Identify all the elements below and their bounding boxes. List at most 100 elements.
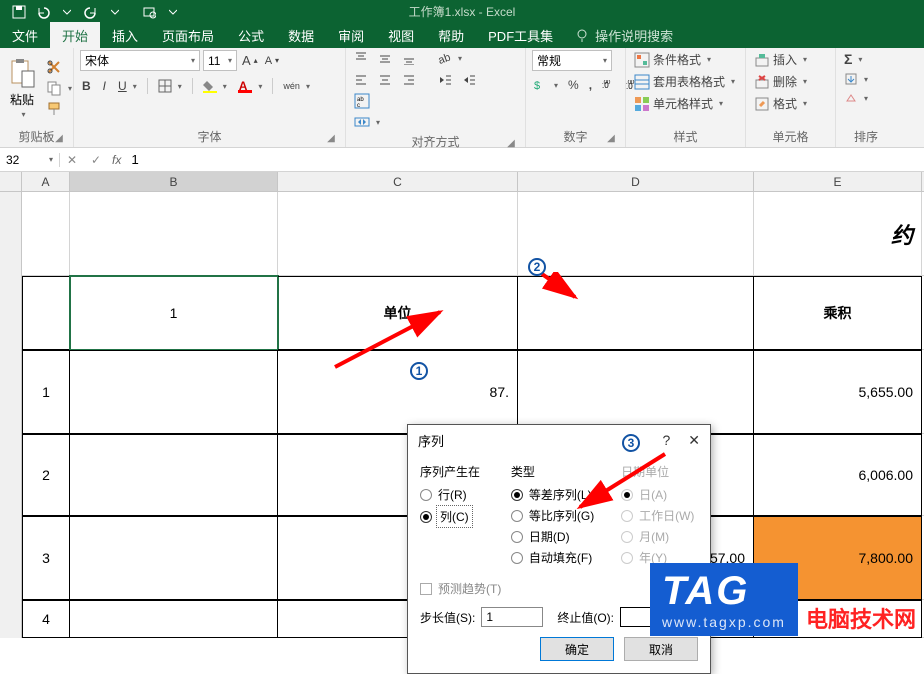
tab-pdf[interactable]: PDF工具集 bbox=[476, 22, 565, 49]
font-color-button[interactable]: A▾ bbox=[237, 77, 265, 95]
paste-button[interactable]: 粘贴 ▾ bbox=[6, 55, 38, 121]
bold-button[interactable]: B bbox=[80, 78, 93, 94]
decrease-indent-icon[interactable] bbox=[436, 72, 454, 88]
radio-growth[interactable]: 等比序列(G) bbox=[511, 507, 607, 524]
tab-help[interactable]: 帮助 bbox=[426, 22, 476, 49]
step-value-input[interactable] bbox=[481, 607, 543, 627]
undo-icon[interactable] bbox=[32, 1, 54, 23]
format-as-table-button[interactable]: 套用表格格式▾ bbox=[632, 72, 737, 91]
radio-rows[interactable]: 行(R) bbox=[420, 486, 497, 503]
tab-page-layout[interactable]: 页面布局 bbox=[150, 22, 226, 49]
conditional-format-button[interactable]: 条件格式▾ bbox=[632, 50, 713, 69]
radio-date[interactable]: 日期(D) bbox=[511, 528, 607, 545]
tell-me-search[interactable]: 操作说明搜索 bbox=[575, 26, 673, 45]
annotation-badge-1: 1 bbox=[410, 362, 428, 380]
col-header-a[interactable]: A bbox=[22, 172, 70, 191]
dialog-launcher-icon[interactable]: ◢ bbox=[325, 133, 337, 145]
clear-button[interactable]: ▾ bbox=[842, 90, 870, 106]
select-all-corner[interactable] bbox=[0, 172, 22, 191]
radio-columns[interactable]: 列(C) bbox=[420, 507, 497, 526]
delete-cells-button[interactable]: 删除▾ bbox=[752, 72, 809, 91]
series-dialog: 序列 ? ✕ 序列产生在 行(R) 列(C) 类型 等差序列(L) 等比序列(G… bbox=[407, 424, 711, 674]
radio-autofill[interactable]: 自动填充(F) bbox=[511, 549, 607, 566]
align-middle-icon[interactable] bbox=[376, 50, 394, 66]
ok-button[interactable]: 确定 bbox=[540, 637, 614, 661]
align-left-icon[interactable] bbox=[352, 72, 370, 88]
col-header-d[interactable]: D bbox=[518, 172, 754, 191]
percent-format-icon[interactable]: % bbox=[566, 77, 581, 93]
formula-input[interactable] bbox=[125, 152, 924, 167]
align-right-icon[interactable] bbox=[400, 72, 418, 88]
fill-color-button[interactable]: ▾ bbox=[201, 78, 229, 94]
radio-linear[interactable]: 等差序列(L) bbox=[511, 486, 607, 503]
col-header-c[interactable]: C bbox=[278, 172, 518, 191]
dialog-launcher-icon[interactable]: ◢ bbox=[505, 138, 517, 150]
col-header-b[interactable]: B bbox=[70, 172, 278, 191]
increase-font-icon[interactable]: A▴ bbox=[240, 52, 260, 69]
col-header-e[interactable]: E bbox=[754, 172, 922, 191]
border-button[interactable]: ▾ bbox=[156, 78, 184, 94]
cut-button[interactable] bbox=[44, 58, 74, 76]
series-in-group: 序列产生在 行(R) 列(C) bbox=[420, 463, 497, 570]
align-center-icon[interactable] bbox=[376, 72, 394, 88]
tab-home[interactable]: 开始 bbox=[50, 22, 100, 49]
ribbon: 粘贴 ▾ ▾ 剪贴板◢ 宋体▾ 11▾ A▴ A▾ B I U▾ bbox=[0, 48, 924, 148]
tab-insert[interactable]: 插入 bbox=[100, 22, 150, 49]
format-cells-button[interactable]: 格式▾ bbox=[752, 94, 809, 113]
orientation-icon[interactable]: ab▾ bbox=[436, 50, 464, 66]
cell-styles-button[interactable]: 单元格样式▾ bbox=[632, 94, 725, 113]
dialog-help-icon[interactable]: ? bbox=[662, 432, 670, 449]
dialog-launcher-icon[interactable]: ◢ bbox=[605, 133, 617, 145]
accounting-format-icon[interactable]: $▾ bbox=[532, 77, 560, 93]
italic-button[interactable]: I bbox=[101, 78, 108, 94]
tab-view[interactable]: 视图 bbox=[376, 22, 426, 49]
increase-decimal-icon[interactable]: .0.00 bbox=[600, 79, 618, 91]
format-painter-button[interactable] bbox=[44, 100, 74, 118]
column-headers: A B C D E bbox=[0, 172, 924, 192]
copy-button[interactable]: ▾ bbox=[44, 79, 74, 97]
cancel-button[interactable]: 取消 bbox=[624, 637, 698, 661]
fill-button[interactable]: ▾ bbox=[842, 71, 870, 87]
dialog-close-icon[interactable]: ✕ bbox=[688, 432, 700, 449]
font-name-combo[interactable]: 宋体▾ bbox=[80, 50, 200, 71]
comma-format-icon[interactable]: , bbox=[587, 77, 594, 93]
group-alignment: ab▾ abc ▾ 对齐方式◢ bbox=[346, 48, 526, 147]
print-preview-icon[interactable] bbox=[138, 1, 160, 23]
underline-button[interactable]: U▾ bbox=[116, 78, 139, 94]
date-unit-group: 日期单位 日(A) 工作日(W) 月(M) 年(Y) bbox=[621, 463, 698, 570]
number-format-combo[interactable]: 常规▾ bbox=[532, 50, 612, 71]
decrease-font-icon[interactable]: A▾ bbox=[263, 54, 281, 68]
undo-dropdown-icon[interactable] bbox=[56, 1, 78, 23]
tab-file[interactable]: 文件 bbox=[0, 22, 50, 49]
increase-indent-icon[interactable] bbox=[460, 72, 478, 88]
align-bottom-icon[interactable] bbox=[400, 50, 418, 66]
dialog-titlebar[interactable]: 序列 ? ✕ bbox=[408, 425, 710, 455]
name-box[interactable]: 32▾ bbox=[0, 153, 60, 167]
redo-icon[interactable] bbox=[80, 1, 102, 23]
phonetic-button[interactable]: wén▾ bbox=[281, 80, 312, 92]
redo-dropdown-icon[interactable] bbox=[104, 1, 126, 23]
group-editing-label: 排序 bbox=[854, 130, 878, 144]
tab-review[interactable]: 审阅 bbox=[326, 22, 376, 49]
insert-cells-button[interactable]: 插入▾ bbox=[752, 50, 809, 69]
watermark-site: 电脑技术网 bbox=[798, 604, 924, 636]
tab-formulas[interactable]: 公式 bbox=[226, 22, 276, 49]
enter-formula-icon[interactable]: ✓ bbox=[84, 153, 108, 167]
cancel-formula-icon[interactable]: ✕ bbox=[60, 153, 84, 167]
merge-center-button[interactable]: ▾ bbox=[352, 113, 519, 131]
align-top-icon[interactable] bbox=[352, 50, 370, 66]
stop-label: 终止值(O): bbox=[557, 609, 614, 626]
fx-icon[interactable]: fx bbox=[112, 153, 121, 167]
group-editing: Σ▾ ▾ ▾ 排序 bbox=[836, 48, 896, 147]
type-title: 类型 bbox=[511, 463, 607, 480]
tab-data[interactable]: 数据 bbox=[276, 22, 326, 49]
group-number-label: 数字 bbox=[563, 130, 587, 144]
save-icon[interactable] bbox=[8, 1, 30, 23]
font-size-combo[interactable]: 11▾ bbox=[203, 50, 237, 71]
qat-customize-icon[interactable] bbox=[162, 1, 184, 23]
dialog-launcher-icon[interactable]: ◢ bbox=[53, 133, 65, 145]
svg-text:.00: .00 bbox=[602, 80, 611, 86]
wrap-text-button[interactable]: abc bbox=[352, 92, 519, 110]
autosum-button[interactable]: Σ▾ bbox=[842, 50, 864, 68]
group-cells-label: 单元格 bbox=[772, 130, 808, 144]
